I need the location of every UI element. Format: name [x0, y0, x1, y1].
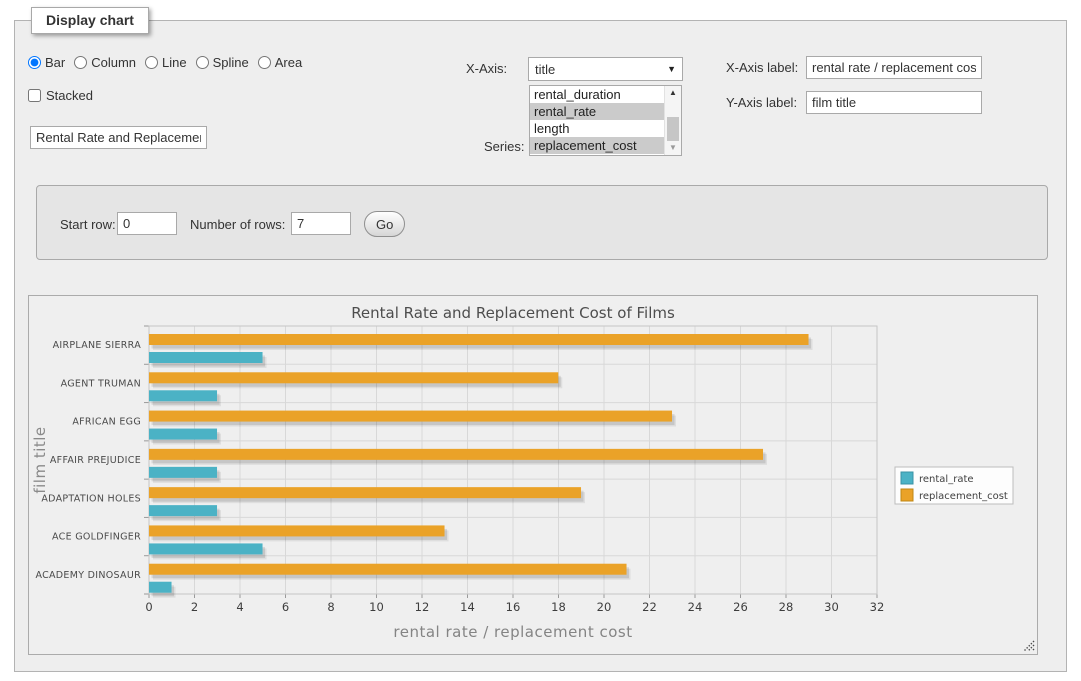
x-tick-label: 4	[236, 600, 243, 614]
bar-rental_rate	[149, 467, 217, 478]
series-options: rental_duration rental_rate length repla…	[530, 86, 664, 155]
bar-replacement_cost	[149, 564, 627, 575]
go-button[interactable]: Go	[364, 211, 405, 237]
x-axis-label-input[interactable]	[806, 56, 982, 79]
stacked-checkbox[interactable]	[28, 89, 41, 102]
chart-type-label-line: Line	[162, 55, 187, 70]
series-option-replacement-cost[interactable]: replacement_cost	[530, 137, 664, 154]
x-axis-select[interactable]: title ▼	[528, 57, 683, 81]
category-label: ACADEMY DINOSAUR	[35, 570, 141, 581]
category-label: AGENT TRUMAN	[61, 378, 141, 389]
chart-type-option-column[interactable]: Column	[74, 55, 136, 70]
stacked-option[interactable]: Stacked	[28, 88, 93, 103]
x-axis-select-label: X-Axis:	[466, 61, 507, 76]
chart-type-option-area[interactable]: Area	[258, 55, 302, 70]
bar-replacement_cost	[149, 525, 445, 536]
series-option-length[interactable]: length	[530, 120, 664, 137]
y-axis-label-input[interactable]	[806, 91, 982, 114]
chevron-down-icon: ▼	[667, 64, 676, 74]
chart-type-option-spline[interactable]: Spline	[196, 55, 249, 70]
series-option-rental-duration[interactable]: rental_duration	[530, 86, 664, 103]
x-tick-label: 26	[733, 600, 748, 614]
x-axis-title: rental rate / replacement cost	[393, 623, 632, 641]
resize-grip-icon	[1023, 640, 1035, 652]
x-tick-label: 0	[145, 600, 152, 614]
x-axis-selected-value: title	[535, 62, 667, 77]
y-axis-title: film title	[31, 426, 49, 493]
chart-legend: rental_rate replacement_cost	[895, 467, 1013, 504]
chart-type-radio-group: Bar Column Line Spline Area	[28, 55, 311, 70]
bar-replacement_cost	[149, 372, 558, 383]
scroll-down-icon[interactable]: ▼	[669, 141, 677, 155]
resize-handle[interactable]	[1023, 640, 1035, 652]
category-label: AFFAIR PREJUDICE	[50, 455, 141, 466]
number-of-rows-input[interactable]	[291, 212, 351, 235]
x-tick-label: 30	[824, 600, 839, 614]
rows-panel	[36, 185, 1048, 260]
x-tick-label: 12	[415, 600, 430, 614]
x-tick-label: 6	[282, 600, 289, 614]
bar-replacement_cost	[149, 334, 809, 345]
x-tick-label: 16	[506, 600, 521, 614]
x-tick-label: 8	[327, 600, 334, 614]
x-tick-label: 24	[688, 600, 703, 614]
chart-panel: Rental Rate and Replacement Cost of Film…	[28, 295, 1038, 655]
chart-type-label-column: Column	[91, 55, 136, 70]
chart-type-radio-column[interactable]	[74, 56, 87, 69]
bar-rental_rate	[149, 390, 217, 401]
series-listbox-label: Series:	[484, 139, 524, 154]
bar-replacement_cost	[149, 411, 672, 422]
x-tick-label: 32	[870, 600, 885, 614]
legend-swatch-replacement_cost	[901, 489, 913, 501]
chart-title: Rental Rate and Replacement Cost of Film…	[351, 304, 675, 322]
chart-type-option-line[interactable]: Line	[145, 55, 187, 70]
fieldset-legend: Display chart	[31, 7, 149, 34]
x-tick-label: 2	[191, 600, 198, 614]
listbox-scrollbar[interactable]: ▲ ▼	[664, 86, 681, 155]
bar-rental_rate	[149, 352, 263, 363]
bar-rental_rate	[149, 429, 217, 440]
chart-type-label-spline: Spline	[213, 55, 249, 70]
x-tick-label: 20	[597, 600, 612, 614]
chart-type-radio-spline[interactable]	[196, 56, 209, 69]
category-label: ACE GOLDFINGER	[52, 532, 141, 543]
x-tick-label: 14	[460, 600, 475, 614]
bar-replacement_cost	[149, 449, 763, 460]
chart-title-input[interactable]	[30, 126, 207, 149]
legend-label-replacement_cost: replacement_cost	[919, 491, 1008, 502]
start-row-input[interactable]	[117, 212, 177, 235]
category-label: AIRPLANE SIERRA	[53, 340, 142, 351]
chart-type-radio-line[interactable]	[145, 56, 158, 69]
number-of-rows-label: Number of rows:	[190, 217, 285, 232]
x-tick-label: 28	[779, 600, 794, 614]
bar-rental_rate	[149, 505, 217, 516]
bar-chart: Rental Rate and Replacement Cost of Film…	[29, 296, 1037, 654]
series-option-rental-rate[interactable]: rental_rate	[530, 103, 664, 120]
x-axis-label-field-label: X-Axis label:	[726, 60, 798, 75]
chart-bars: AIRPLANE SIERRA AGENT TRUMAN AFRICAN EGG AF…	[35, 334, 812, 598]
chart-type-label-area: Area	[275, 55, 302, 70]
scroll-up-icon[interactable]: ▲	[669, 86, 677, 100]
start-row-label: Start row:	[60, 217, 116, 232]
y-axis-label-field-label: Y-Axis label:	[726, 95, 797, 110]
category-label: ADAPTATION HOLES	[41, 493, 141, 504]
legend-swatch-rental_rate	[901, 472, 913, 484]
x-tick-label: 22	[642, 600, 657, 614]
chart-type-radio-area[interactable]	[258, 56, 271, 69]
chart-type-label-bar: Bar	[45, 55, 65, 70]
chart-type-radio-bar[interactable]	[28, 56, 41, 69]
x-tick-label: 18	[551, 600, 566, 614]
bar-rental_rate	[149, 582, 172, 593]
page: Display chart Bar Column Line Spline Are…	[0, 0, 1081, 681]
series-listbox[interactable]: rental_duration rental_rate length repla…	[529, 85, 682, 156]
category-label: AFRICAN EGG	[72, 417, 141, 428]
chart-type-option-bar[interactable]: Bar	[28, 55, 65, 70]
x-tick-label: 10	[369, 600, 384, 614]
bar-rental_rate	[149, 543, 263, 554]
scrollbar-thumb[interactable]	[667, 117, 679, 141]
stacked-label: Stacked	[46, 88, 93, 103]
bar-replacement_cost	[149, 487, 581, 498]
legend-label-rental_rate: rental_rate	[919, 474, 974, 485]
